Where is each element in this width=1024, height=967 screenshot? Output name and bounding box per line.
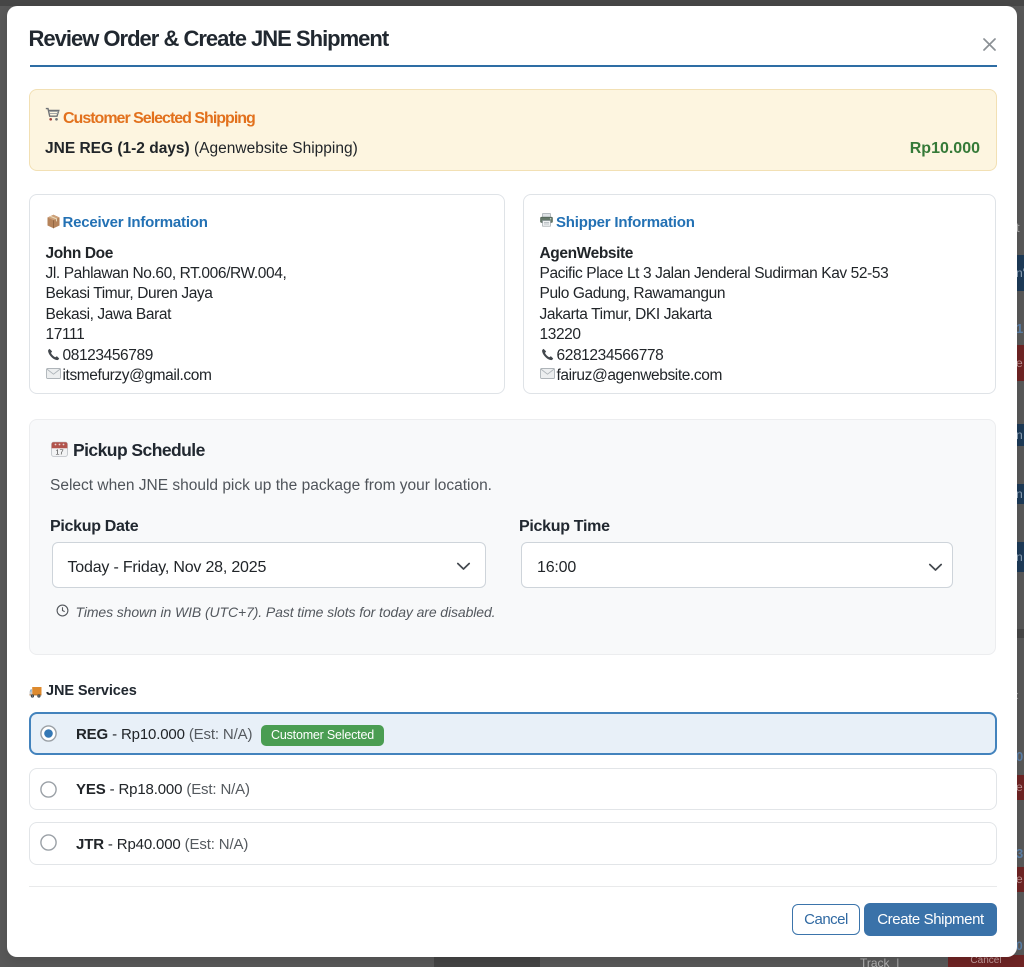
svg-text:17: 17 xyxy=(55,448,63,457)
